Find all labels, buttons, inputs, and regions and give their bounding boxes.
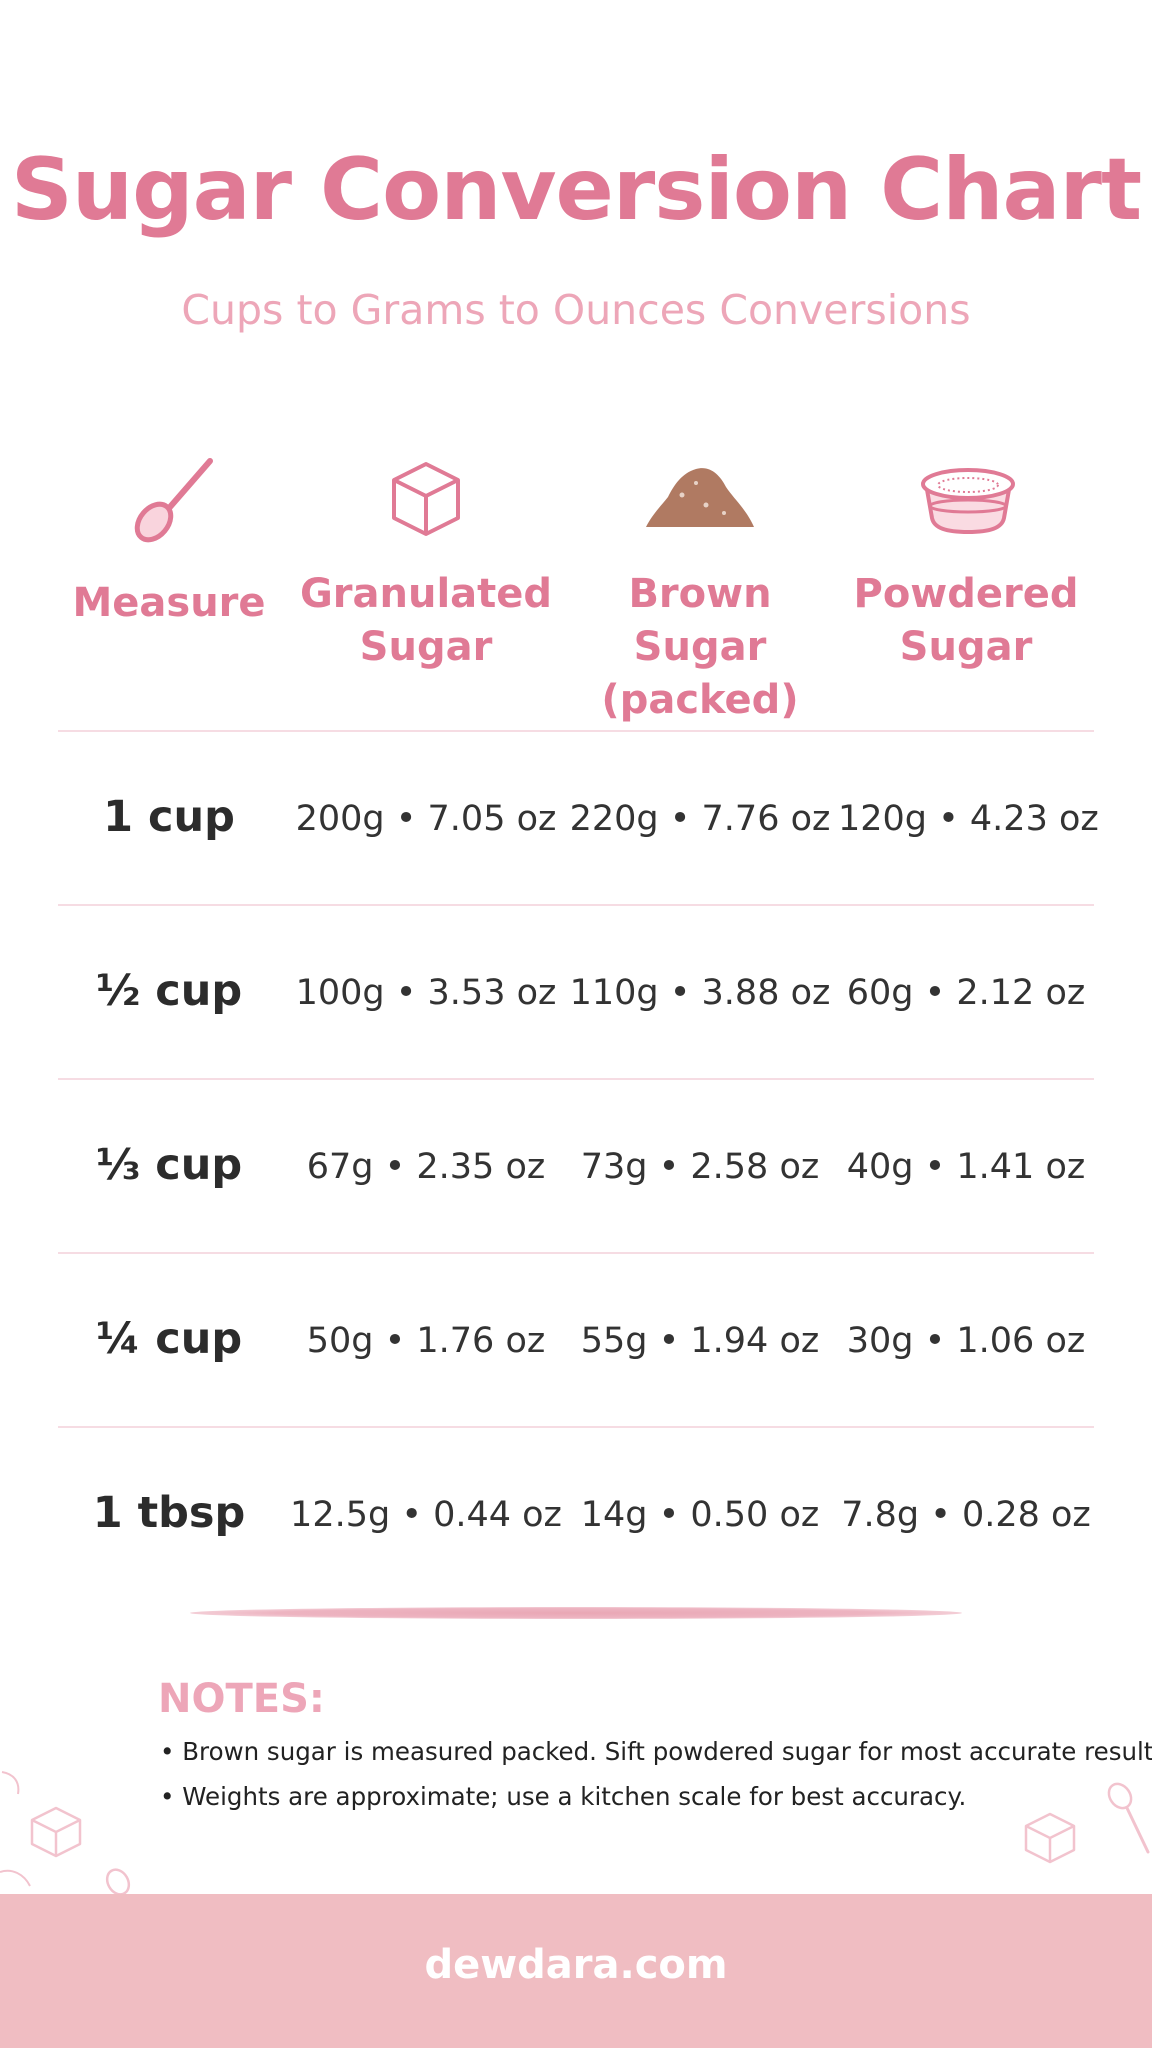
footer-site-link[interactable]: dewdara.com (0, 1942, 1152, 1988)
table-cell-powdered: 120g • 4.23 oz (838, 799, 1099, 839)
column-header-line: Brown Sugar (628, 571, 772, 670)
column-header-brown-sugar: Brown Sugar (packed) (562, 568, 838, 727)
column-header-line: Sugar (899, 624, 1033, 670)
row-divider (58, 1078, 1094, 1080)
column-header-line: (packed) (601, 677, 799, 723)
table-cell-brown-sugar: 110g • 3.88 oz (569, 973, 831, 1013)
column-header-line: Powdered (853, 571, 1079, 617)
column-header-line: Measure (72, 580, 266, 626)
notes-title: NOTES: (158, 1676, 325, 1722)
table-cell-powdered: 60g • 2.12 oz (846, 973, 1086, 1013)
table-cell-brown-sugar: 73g • 2.58 oz (580, 1147, 820, 1187)
table-cell-brown-sugar: 55g • 1.94 oz (580, 1321, 820, 1361)
brown-sugar-pile-icon (646, 468, 754, 527)
decorative-swash-divider (190, 1607, 962, 1619)
footer-bar: dewdara.com (0, 1894, 1152, 2048)
table-cell-powdered: 7.8g • 0.28 oz (841, 1495, 1091, 1535)
row-divider (58, 1426, 1094, 1428)
table-cell-granulated: 100g • 3.53 oz (295, 973, 557, 1013)
column-header-granulated: Granulated Sugar (290, 568, 562, 674)
table-cell-measure: ¼ cup (95, 1314, 243, 1364)
sugar-conversion-chart-page: Sugar Conversion Chart Cups to Grams to … (0, 0, 1152, 2048)
table-cell-granulated: 67g • 2.35 oz (306, 1147, 546, 1187)
decorative-doodles-left (0, 1771, 131, 1894)
sugar-cube-icon (392, 462, 460, 536)
column-header-powdered: Powdered Sugar (838, 568, 1094, 674)
table-cell-measure: ⅓ cup (95, 1140, 243, 1190)
row-divider (58, 730, 1094, 732)
page-title: Sugar Conversion Chart (10, 140, 1142, 240)
table-cell-measure: 1 cup (103, 792, 235, 842)
decorative-doodles-right (1024, 1782, 1150, 1864)
column-header-measure: Measure (58, 577, 280, 630)
table-cell-powdered: 30g • 1.06 oz (846, 1321, 1086, 1361)
table-cell-powdered: 40g • 1.41 oz (846, 1147, 1086, 1187)
table-cell-granulated: 12.5g • 0.44 oz (290, 1495, 562, 1535)
note-item: • Weights are approximate; use a kitchen… (160, 1782, 967, 1811)
table-cell-brown-sugar: 14g • 0.50 oz (580, 1495, 820, 1535)
row-divider (58, 904, 1094, 906)
page-subtitle: Cups to Grams to Ounces Conversions (181, 286, 971, 334)
table-cell-brown-sugar: 220g • 7.76 oz (569, 799, 831, 839)
spoon-icon (134, 458, 213, 543)
table-cell-measure: 1 tbsp (92, 1488, 246, 1538)
row-divider (58, 1252, 1094, 1254)
column-header-line: Granulated (299, 571, 553, 617)
table-cell-granulated: 200g • 7.05 oz (295, 799, 557, 839)
table-cell-granulated: 50g • 1.76 oz (306, 1321, 546, 1361)
column-header-line: Sugar (359, 624, 493, 670)
table-cell-measure: ½ cup (95, 966, 243, 1016)
note-item: • Brown sugar is measured packed. Sift p… (160, 1737, 1152, 1766)
powdered-sugar-bowl-icon (921, 468, 1015, 534)
